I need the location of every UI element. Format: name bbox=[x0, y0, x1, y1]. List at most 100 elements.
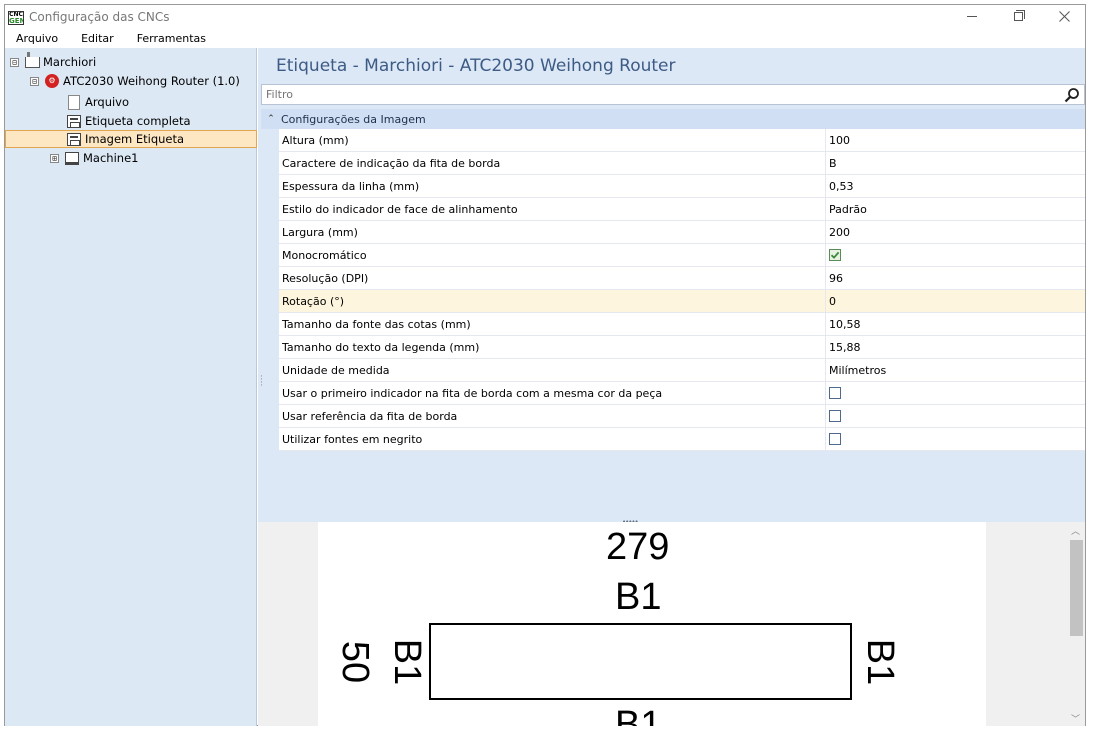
property-value[interactable]: 15,88 bbox=[826, 336, 1085, 358]
property-name: Espessura da linha (mm) bbox=[279, 175, 826, 197]
tree-panel: ⊟ Marchiori ⊟ ⚙ ATC2030 Weihong Router (… bbox=[5, 48, 257, 726]
property-row[interactable]: Estilo do indicador de face de alinhamen… bbox=[279, 198, 1085, 221]
menu-editar[interactable]: Editar bbox=[70, 30, 126, 48]
page-title: Etiqueta - Marchiori - ATC2030 Weihong R… bbox=[276, 56, 676, 76]
width-dimension: 279 bbox=[606, 526, 670, 568]
router-icon: ⚙ bbox=[45, 74, 59, 88]
tree-node-etiqueta-completa[interactable]: Etiqueta completa bbox=[66, 112, 191, 130]
checkbox-unchecked[interactable] bbox=[829, 410, 841, 422]
title-bar: CNC GEN Configuração das CNCs bbox=[5, 5, 1085, 30]
property-name: Unidade de medida bbox=[279, 359, 826, 381]
property-row[interactable]: Tamanho do texto da legenda (mm) 15,88 bbox=[279, 336, 1085, 359]
menu-ferramentas[interactable]: Ferramentas bbox=[126, 30, 218, 48]
tree-node-machine1[interactable]: ⊞ Machine1 bbox=[50, 149, 138, 167]
document-icon bbox=[68, 94, 80, 110]
property-checkbox-cell[interactable] bbox=[826, 405, 1085, 427]
tree-node-imagem-etiqueta[interactable]: Imagem Etiqueta bbox=[5, 130, 257, 148]
panel-resize-grip-icon[interactable]: · · · · bbox=[260, 373, 263, 391]
filter-field[interactable] bbox=[261, 84, 1085, 105]
tree-node-marchiori[interactable]: ⊟ Marchiori bbox=[10, 51, 97, 71]
label-icon bbox=[67, 114, 81, 128]
property-name: Altura (mm) bbox=[279, 129, 826, 151]
property-row[interactable]: Resolução (DPI) 96 bbox=[279, 267, 1085, 290]
restore-icon bbox=[1013, 9, 1025, 21]
property-row[interactable]: Usar o primeiro indicador na fita de bor… bbox=[279, 382, 1085, 405]
property-checkbox-cell[interactable] bbox=[826, 244, 1085, 266]
factory-icon bbox=[24, 51, 40, 68]
tree-node-label: Imagem Etiqueta bbox=[85, 132, 185, 146]
filter-input[interactable] bbox=[262, 85, 1052, 104]
property-value[interactable]: 10,58 bbox=[826, 313, 1085, 335]
property-value[interactable]: 96 bbox=[826, 267, 1085, 289]
property-value[interactable]: 0,53 bbox=[826, 175, 1085, 197]
scroll-up-icon[interactable]: ︿ bbox=[1071, 524, 1080, 537]
property-row[interactable]: Caractere de indicação da fita de borda B bbox=[279, 152, 1085, 175]
property-name: Largura (mm) bbox=[279, 221, 826, 243]
left-edge-band: B1 bbox=[386, 638, 429, 686]
top-edge-band: B1 bbox=[615, 576, 662, 618]
property-checkbox-cell[interactable] bbox=[826, 382, 1085, 404]
collapse-icon[interactable]: ⊟ bbox=[30, 76, 39, 86]
label-preview: 279 B1 50 B1 B1 B1 ︿ ﹀ bbox=[258, 522, 1085, 726]
property-value[interactable]: B bbox=[826, 152, 1085, 174]
property-value[interactable]: 100 bbox=[826, 129, 1085, 151]
scroll-down-icon[interactable]: ﹀ bbox=[1071, 712, 1080, 725]
scroll-thumb[interactable] bbox=[1070, 540, 1083, 636]
height-dimension: 50 bbox=[334, 640, 377, 684]
main-panel: Etiqueta - Marchiori - ATC2030 Weihong R… bbox=[258, 48, 1085, 726]
search-icon[interactable] bbox=[1064, 87, 1080, 103]
checkbox-unchecked[interactable] bbox=[829, 387, 841, 399]
property-rows: Altura (mm) 100 Caractere de indicação da … bbox=[261, 129, 1085, 451]
property-row[interactable]: Usar referência da fita de borda bbox=[279, 405, 1085, 428]
property-name: Tamanho da fonte das cotas (mm) bbox=[279, 313, 826, 335]
restore-button[interactable] bbox=[995, 5, 1041, 27]
tree-node-router[interactable]: ⊟ ⚙ ATC2030 Weihong Router (1.0) bbox=[30, 72, 240, 90]
property-row[interactable]: Unidade de medida Milímetros bbox=[279, 359, 1085, 382]
property-value[interactable]: Milímetros bbox=[826, 359, 1085, 381]
close-button[interactable] bbox=[1041, 5, 1087, 27]
property-name: Tamanho do texto da legenda (mm) bbox=[279, 336, 826, 358]
property-row[interactable]: Tamanho da fonte das cotas (mm) 10,58 bbox=[279, 313, 1085, 336]
property-value[interactable]: Padrão bbox=[826, 198, 1085, 220]
machine-icon bbox=[65, 151, 79, 165]
property-row[interactable]: Espessura da linha (mm) 0,53 bbox=[279, 175, 1085, 198]
collapse-icon[interactable]: ⊟ bbox=[10, 57, 19, 67]
property-value[interactable]: 0 bbox=[826, 290, 1085, 312]
property-row[interactable]: Altura (mm) 100 bbox=[279, 129, 1085, 152]
property-row[interactable]: Largura (mm) 200 bbox=[279, 221, 1085, 244]
app-window: CNC GEN Configuração das CNCs Arquivo Ed… bbox=[4, 4, 1086, 726]
property-name: Resolução (DPI) bbox=[279, 267, 826, 289]
property-row[interactable]: Rotação (°) 0 bbox=[279, 290, 1085, 313]
piece-outline bbox=[429, 623, 852, 700]
splitter[interactable] bbox=[258, 518, 1085, 521]
checkbox-unchecked[interactable] bbox=[829, 433, 841, 445]
tree-node-label: Machine1 bbox=[83, 151, 139, 165]
window-title: Configuração das CNCs bbox=[29, 10, 170, 24]
property-name: Rotação (°) bbox=[279, 290, 826, 312]
checkbox-checked[interactable] bbox=[829, 249, 841, 261]
label-preview-canvas: 279 B1 50 B1 B1 B1 bbox=[318, 522, 986, 726]
property-checkbox-cell[interactable] bbox=[826, 428, 1085, 450]
close-icon bbox=[1058, 10, 1070, 22]
property-row[interactable]: Monocromático bbox=[279, 244, 1085, 267]
tree-node-label: Etiqueta completa bbox=[85, 114, 191, 128]
property-name: Usar o primeiro indicador na fita de bor… bbox=[279, 382, 826, 404]
expand-icon[interactable]: ⊞ bbox=[50, 153, 59, 163]
property-row[interactable]: Utilizar fontes em negrito bbox=[279, 428, 1085, 451]
checkmark-icon bbox=[830, 251, 840, 259]
preview-scrollbar[interactable]: ︿ ﹀ bbox=[1067, 522, 1085, 726]
minimize-button[interactable] bbox=[949, 5, 995, 27]
tree-node-label: Marchiori bbox=[43, 55, 97, 69]
chevron-up-icon[interactable]: ⌃ bbox=[261, 114, 281, 124]
tree-node-arquivo[interactable]: Arquivo bbox=[66, 93, 129, 111]
tree-node-label: Arquivo bbox=[85, 95, 130, 109]
tree-node-label: ATC2030 Weihong Router (1.0) bbox=[63, 74, 240, 88]
property-value[interactable]: 200 bbox=[826, 221, 1085, 243]
category-label: Configurações da Imagem bbox=[281, 112, 426, 126]
right-edge-band: B1 bbox=[859, 638, 902, 686]
app-logo-icon: CNC GEN bbox=[8, 11, 24, 25]
category-header[interactable]: ⌃ Configurações da Imagem bbox=[261, 109, 1085, 129]
menu-bar: Arquivo Editar Ferramentas bbox=[5, 30, 1085, 48]
label-image-icon bbox=[67, 132, 81, 146]
menu-arquivo[interactable]: Arquivo bbox=[5, 30, 70, 48]
